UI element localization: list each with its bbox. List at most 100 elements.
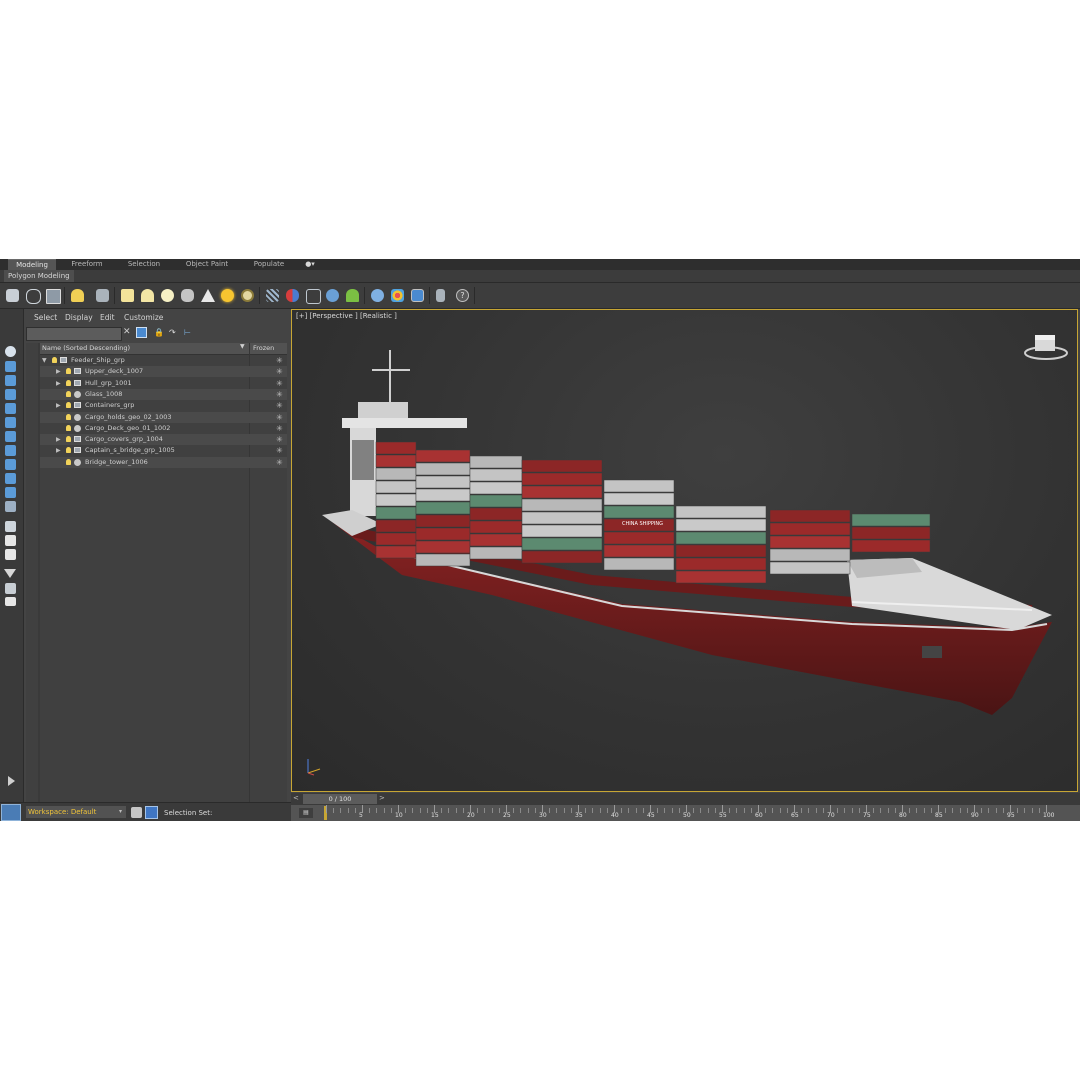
frame-counter[interactable]: 0 / 100 [303, 794, 377, 804]
containers-icon[interactable] [5, 487, 16, 498]
freeze-icon[interactable]: ✳ [276, 389, 283, 400]
capsule-icon[interactable] [286, 289, 299, 302]
tree-row[interactable]: ▶ Captain_s_bridge_grp_1005 ✳ [40, 445, 287, 456]
select-icon[interactable] [5, 346, 16, 357]
sort-arrow-icon[interactable]: ▼ [240, 343, 245, 350]
column-frozen[interactable]: Frozen [249, 344, 274, 352]
maxscript-listener-icon[interactable] [1, 804, 21, 821]
lock-icon[interactable]: 🔒 [154, 327, 165, 338]
tab-selection[interactable]: Selection [118, 259, 170, 270]
menu-select[interactable]: Select [34, 313, 57, 322]
light-bulb-icon[interactable] [71, 289, 84, 302]
sheet-icon[interactable] [5, 549, 16, 560]
ribbon-options-icon[interactable]: ●▾ [300, 259, 320, 270]
polygon-modeling-label[interactable]: Polygon Modeling [4, 270, 74, 282]
expand-arrow-icon[interactable]: ▶ [56, 378, 61, 389]
tree-row[interactable]: Bridge_tower_1006 ✳ [40, 456, 287, 468]
freeze-icon[interactable]: ✳ [276, 412, 283, 423]
clear-search-icon[interactable]: ✕ [123, 327, 134, 338]
globe-icon[interactable] [326, 289, 339, 302]
workspace-dropdown[interactable]: Workspace: Default [26, 806, 126, 818]
visibility-bulb-icon[interactable] [66, 436, 71, 443]
menu-edit[interactable]: Edit [100, 313, 115, 322]
freeze-icon[interactable]: ✳ [276, 378, 283, 389]
visibility-bulb-icon[interactable] [66, 413, 71, 420]
visibility-bulb-icon[interactable] [52, 357, 57, 363]
palette-icon[interactable] [391, 289, 404, 302]
freeze-icon[interactable]: ✳ [276, 423, 283, 434]
freeze-icon[interactable]: ✳ [276, 400, 283, 411]
teapot-icon[interactable] [181, 289, 194, 302]
list-icon[interactable] [5, 597, 16, 606]
filter-toggle-icon[interactable] [136, 327, 147, 338]
circle-icon[interactable] [241, 289, 254, 302]
cone-icon[interactable] [201, 289, 215, 302]
collapse-arrow-icon[interactable]: ▼ [42, 355, 47, 366]
selection-set-icon[interactable] [145, 806, 158, 819]
visibility-bulb-icon[interactable] [66, 424, 71, 431]
tree-row[interactable]: Cargo_holds_geo_02_1003 ✳ [40, 411, 287, 423]
link-icon[interactable]: ↷ [169, 327, 180, 338]
freeze-icon[interactable]: ✳ [276, 457, 283, 468]
ladder-icon[interactable] [96, 289, 109, 302]
expand-arrow-icon[interactable]: ▶ [56, 400, 61, 411]
phone-icon[interactable] [436, 289, 445, 302]
render-frame-icon[interactable] [46, 289, 61, 304]
cloud-icon[interactable] [26, 289, 41, 304]
systems-icon[interactable] [5, 459, 16, 470]
freeze-icon[interactable]: ✳ [276, 445, 283, 456]
expand-arrow-icon[interactable]: ▶ [56, 434, 61, 445]
visibility-bulb-icon[interactable] [66, 458, 71, 465]
menu-customize[interactable]: Customize [124, 313, 163, 322]
freeze-icon[interactable]: ✳ [276, 366, 283, 377]
tree-row[interactable]: ▶ Hull_grp_1001 ✳ [40, 378, 287, 389]
xref-icon[interactable] [5, 501, 16, 512]
tree-row[interactable]: ▶ Containers_grp ✳ [40, 400, 287, 411]
cameras-icon[interactable] [5, 417, 16, 428]
time-slider[interactable]: < 0 / 100 > [291, 793, 1080, 805]
shapes-icon[interactable] [5, 389, 16, 400]
layer-icon[interactable] [5, 521, 16, 532]
plant-icon[interactable] [346, 289, 359, 302]
hierarchy-icon[interactable] [5, 583, 16, 594]
page-icon[interactable] [5, 535, 16, 546]
freeze-icon[interactable]: ✳ [276, 355, 283, 366]
ship-model[interactable]: CHINA SHIPPING [292, 310, 1078, 792]
visibility-bulb-icon[interactable] [66, 402, 71, 409]
tree-row[interactable]: Glass_1008 ✳ [40, 388, 287, 400]
spacewarps-icon[interactable] [5, 445, 16, 456]
next-frame-icon[interactable]: > [379, 794, 385, 802]
chevron-down-icon[interactable]: ▾ [119, 808, 122, 815]
network-icon[interactable] [306, 289, 321, 304]
timeline-ruler[interactable]: ▤ 5 10 15 20 25 30 35 40 45 50 55 60 65 70 75 80 85 90 95 1… [291, 805, 1080, 821]
dome-icon[interactable] [141, 289, 154, 302]
tree-row[interactable]: ▶ Cargo_covers_grp_1004 ✳ [40, 434, 287, 446]
box-icon[interactable] [121, 289, 134, 302]
explorer-search-input[interactable] [26, 327, 122, 341]
sphere-icon[interactable] [161, 289, 174, 302]
menu-display[interactable]: Display [65, 313, 93, 322]
visibility-bulb-icon[interactable] [66, 390, 71, 397]
prev-frame-icon[interactable]: < [293, 794, 299, 802]
hierarchy-view-icon[interactable]: ⊢ [184, 327, 195, 338]
display-icon[interactable] [5, 361, 16, 372]
freeze-icon[interactable]: ✳ [276, 434, 283, 445]
lights-icon[interactable] [5, 403, 16, 414]
visibility-bulb-icon[interactable] [66, 379, 71, 386]
layers-icon[interactable] [131, 807, 142, 818]
particles-icon[interactable] [266, 289, 279, 302]
render-icon[interactable] [411, 289, 424, 302]
visibility-bulb-icon[interactable] [66, 368, 71, 375]
perspective-viewport[interactable]: [+] [Perspective ] [Realistic ] CHINA SH… [291, 309, 1078, 792]
tab-object-paint[interactable]: Object Paint [178, 259, 236, 270]
filter-icon[interactable] [4, 569, 16, 578]
bones-icon[interactable] [5, 473, 16, 484]
material-ball-icon[interactable] [371, 289, 384, 302]
tree-row[interactable]: ▼ Feeder_Ship_grp ✳ [40, 355, 287, 366]
tab-freeform[interactable]: Freeform [62, 259, 112, 270]
expand-arrow-icon[interactable]: ▶ [56, 366, 61, 377]
visibility-bulb-icon[interactable] [66, 447, 71, 454]
tree-row[interactable]: Cargo_Deck_geo_01_1002 ✳ [40, 423, 287, 434]
key-mode-icon[interactable]: ▤ [299, 808, 313, 818]
expand-arrow-icon[interactable] [8, 776, 15, 786]
